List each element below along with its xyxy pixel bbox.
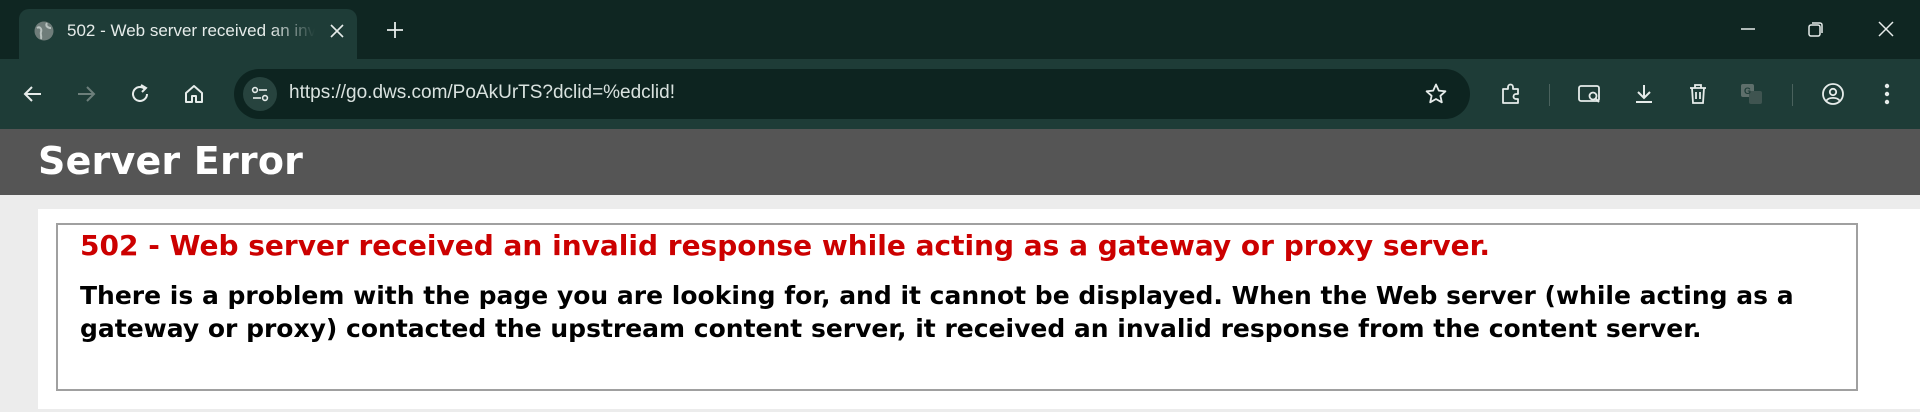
- error-fieldset: 502 - Web server received an invalid res…: [56, 223, 1858, 391]
- url-text[interactable]: https://go.dws.com/PoAkUrTS?dclid=%edcli…: [289, 82, 675, 104]
- page-title: Server Error: [38, 139, 304, 183]
- svg-text:G: G: [1744, 86, 1751, 96]
- download-icon[interactable]: [1629, 79, 1659, 109]
- toolbar-divider: [1549, 84, 1550, 106]
- close-icon[interactable]: [324, 18, 350, 44]
- browser-tab[interactable]: 502 - Web server received an invalid res…: [19, 9, 357, 61]
- page-header: Server Error: [0, 129, 1920, 195]
- error-heading: 502 - Web server received an invalid res…: [80, 229, 1491, 262]
- toolbar-divider: [1792, 84, 1793, 106]
- browser-tab-strip: 502 - Web server received an invalid res…: [0, 0, 1920, 61]
- tab-title: 502 - Web server received an invalid res…: [67, 21, 315, 40]
- reload-icon[interactable]: [125, 79, 155, 109]
- plus-icon[interactable]: [381, 16, 409, 44]
- kebab-icon[interactable]: [1872, 79, 1902, 109]
- account-icon[interactable]: [1818, 79, 1848, 109]
- address-bar[interactable]: https://go.dws.com/PoAkUrTS?dclid=%edcli…: [234, 69, 1470, 119]
- arrow-left-icon[interactable]: [18, 79, 48, 109]
- puzzle-icon[interactable]: [1496, 79, 1526, 109]
- minimize-icon[interactable]: [1733, 14, 1763, 44]
- tune-icon[interactable]: [243, 77, 277, 111]
- restore-icon[interactable]: [1801, 14, 1831, 44]
- error-description: There is a problem with the page you are…: [80, 281, 1794, 343]
- home-icon[interactable]: [179, 79, 209, 109]
- arrow-right-icon[interactable]: [71, 79, 101, 109]
- close-icon[interactable]: [1871, 14, 1901, 44]
- star-icon[interactable]: [1422, 80, 1450, 108]
- trash-icon[interactable]: [1683, 79, 1713, 109]
- page-viewport: Server Error 502 - Web server received a…: [0, 129, 1920, 412]
- globe-icon: [33, 20, 55, 42]
- translate-icon[interactable]: G: [1737, 79, 1767, 109]
- content-panel: 502 - Web server received an invalid res…: [38, 209, 1920, 409]
- cast-icon[interactable]: [1575, 79, 1605, 109]
- browser-toolbar: https://go.dws.com/PoAkUrTS?dclid=%edcli…: [0, 59, 1920, 129]
